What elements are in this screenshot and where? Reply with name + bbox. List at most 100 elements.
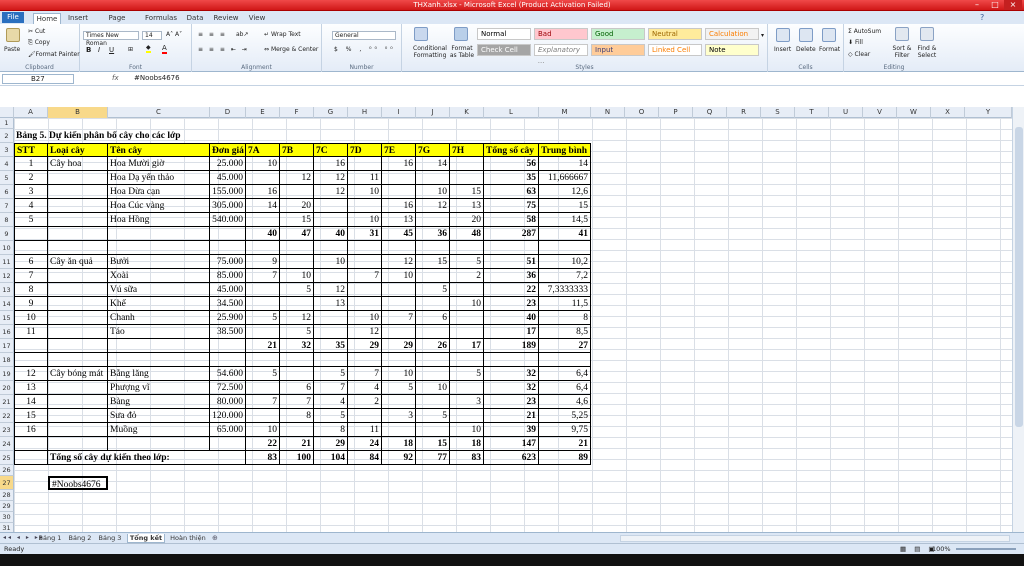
table-cell[interactable]: 5,25 (539, 409, 591, 423)
style-calculation[interactable]: Calculation (705, 28, 759, 40)
table-cell[interactable]: 45 (382, 227, 416, 241)
table-cell[interactable] (450, 311, 484, 325)
row-header-22[interactable]: 22 (0, 409, 14, 423)
column-header-o[interactable]: O (625, 107, 659, 118)
font-color-icon[interactable]: A (162, 44, 167, 54)
table-cell[interactable]: 9,75 (539, 423, 591, 437)
table-cell[interactable]: 16 (246, 185, 280, 199)
table-cell[interactable] (48, 423, 108, 437)
table-cell[interactable] (416, 171, 450, 185)
table-cell[interactable]: 40 (246, 227, 280, 241)
table-cell[interactable] (416, 241, 450, 255)
table-cell[interactable] (450, 283, 484, 297)
table-cell[interactable] (108, 227, 210, 241)
table-cell[interactable]: 12 (280, 311, 314, 325)
table-cell[interactable]: Chanh (108, 311, 210, 325)
table-cell[interactable]: 35 (314, 339, 348, 353)
total-value-cell[interactable]: 83 (450, 451, 484, 465)
table-cell[interactable]: 15 (14, 409, 48, 423)
table-cell[interactable]: 29 (348, 339, 382, 353)
table-cell[interactable] (416, 395, 450, 409)
row-header-30[interactable]: 30 (0, 512, 14, 523)
table-cell[interactable]: 10 (382, 269, 416, 283)
tab-formulas[interactable]: Formulas (144, 13, 178, 24)
horizontal-align-icons[interactable]: ≡ ≡ ≡ ⇤ ⇥ (198, 46, 249, 53)
column-header-p[interactable]: P (659, 107, 693, 118)
font-size-select[interactable]: 14 (142, 31, 162, 40)
total-label[interactable]: Tổng số cây dự kiến theo lớp: (48, 451, 246, 465)
table-cell[interactable] (416, 353, 450, 367)
table-cell[interactable] (48, 185, 108, 199)
grow-font-icon[interactable]: A˄ A˅ (166, 31, 182, 38)
table-cell[interactable] (14, 339, 48, 353)
table-cell[interactable]: Khế (108, 297, 210, 311)
table-cell[interactable]: 8 (314, 423, 348, 437)
table-cell[interactable]: 12 (314, 185, 348, 199)
table-cell[interactable] (14, 227, 48, 241)
table-cell[interactable] (48, 437, 108, 451)
table-cell[interactable] (210, 437, 246, 451)
tab-insert[interactable]: Insert (65, 13, 91, 24)
copy-button[interactable]: ⎘ Copy (28, 39, 50, 47)
table-cell[interactable]: 20 (450, 213, 484, 227)
table-cell[interactable] (48, 283, 108, 297)
table-cell[interactable] (280, 157, 314, 171)
table-cell[interactable]: 36 (484, 269, 539, 283)
table-cell[interactable] (14, 241, 48, 255)
table-cell[interactable]: Cây ăn quả (48, 255, 108, 269)
column-header-n[interactable]: N (591, 107, 625, 118)
table-cell[interactable] (348, 353, 382, 367)
column-header-l[interactable]: L (484, 107, 539, 118)
bold-button[interactable]: B (86, 46, 91, 54)
table-cell[interactable] (450, 409, 484, 423)
table-cell[interactable]: 540.000 (210, 213, 246, 227)
table-cell[interactable]: 15 (280, 213, 314, 227)
table-cell[interactable]: 3 (14, 185, 48, 199)
table-cell[interactable]: 12 (348, 325, 382, 339)
table-cell[interactable]: 7 (14, 269, 48, 283)
column-header-e[interactable]: E (246, 107, 280, 118)
scrollbar-thumb[interactable] (1015, 127, 1023, 427)
row-header-8[interactable]: 8 (0, 213, 14, 227)
table-cell[interactable]: 21 (280, 437, 314, 451)
row-header-25[interactable]: 25 (0, 451, 14, 465)
column-header-i[interactable]: I (382, 107, 416, 118)
table-cell[interactable]: Hoa Mười giờ (108, 157, 210, 171)
table-cell[interactable]: 5 (314, 409, 348, 423)
table-cell[interactable] (48, 227, 108, 241)
table-cell[interactable] (382, 185, 416, 199)
font-family-select[interactable]: Times New Roman (83, 31, 139, 47)
table-cell[interactable]: 35 (484, 171, 539, 185)
table-cell[interactable]: 80.000 (210, 395, 246, 409)
table-cell[interactable] (450, 241, 484, 255)
clear-button[interactable]: ◇ Clear (848, 51, 870, 58)
table-cell[interactable]: 5 (246, 367, 280, 381)
table-cell[interactable]: 10 (348, 311, 382, 325)
table-cell[interactable] (48, 171, 108, 185)
total-value-cell[interactable]: 100 (280, 451, 314, 465)
zoom-slider[interactable] (956, 548, 1016, 550)
table-cell[interactable]: 10 (416, 185, 450, 199)
maximize-button[interactable]: □ (986, 0, 1004, 10)
select-all-corner[interactable] (0, 107, 14, 118)
table-cell[interactable] (484, 241, 539, 255)
autosum-button[interactable]: Σ AutoSum (848, 28, 881, 35)
table-cell[interactable]: 8 (280, 409, 314, 423)
table-header-cell[interactable]: 7G (416, 143, 450, 157)
table-cell[interactable]: Vú sữa (108, 283, 210, 297)
style-normal[interactable]: Normal (477, 28, 531, 40)
table-cell[interactable]: 13 (382, 213, 416, 227)
table-cell[interactable] (108, 339, 210, 353)
table-cell[interactable]: 10 (246, 423, 280, 437)
table-cell[interactable] (314, 269, 348, 283)
row-header-7[interactable]: 7 (0, 199, 14, 213)
total-cell-blank[interactable] (14, 451, 48, 465)
style-note[interactable]: Note (705, 44, 759, 56)
table-cell[interactable] (246, 325, 280, 339)
table-cell[interactable]: 32 (484, 367, 539, 381)
insert-button[interactable]: Insert (774, 46, 791, 53)
table-cell[interactable]: 13 (450, 199, 484, 213)
row-header-10[interactable]: 10 (0, 241, 14, 255)
table-cell[interactable]: 3 (450, 395, 484, 409)
table-cell[interactable]: 15 (450, 185, 484, 199)
